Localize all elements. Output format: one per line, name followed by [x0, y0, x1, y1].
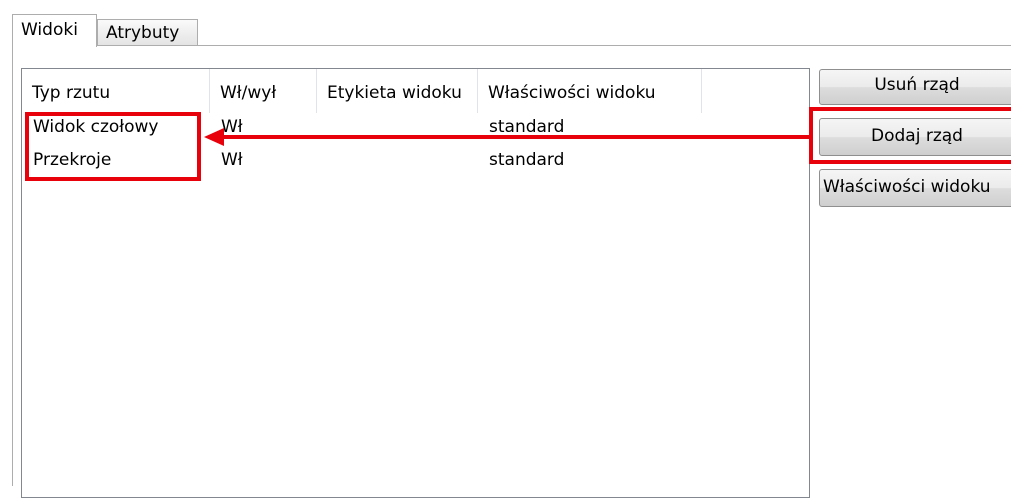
column-header-view-properties[interactable]: Właściwości widoku	[478, 69, 702, 113]
cell-type: Widok czołowy	[33, 117, 159, 137]
list-header: Typ rzutu Wł/wył Etykieta widoku Właściw…	[22, 69, 809, 113]
button-label: Dodaj rząd	[871, 126, 963, 146]
cell-view-label	[317, 116, 328, 149]
column-header-label: Właściwości widoku	[488, 83, 656, 103]
tab-atrybuty[interactable]: Atrybuty	[97, 19, 198, 46]
column-header-filler	[702, 69, 809, 113]
cell-onoff: Wł	[221, 150, 243, 170]
button-label: Usuń rząd	[874, 75, 960, 95]
tab-bar: Widoki Atrybuty	[0, 0, 1011, 47]
cell-view-properties: standard	[489, 117, 565, 137]
table-row[interactable]: Widok czołowy Wł standard	[22, 116, 809, 149]
tab-label: Widoki	[21, 20, 78, 40]
column-header-onoff[interactable]: Wł/wył	[210, 69, 317, 113]
table-row[interactable]: Przekroje Wł standard	[22, 149, 809, 182]
tab-label: Atrybuty	[106, 23, 180, 43]
tab-widoki[interactable]: Widoki	[12, 14, 97, 47]
column-header-label: Wł/wył	[220, 83, 277, 103]
views-list[interactable]: Typ rzutu Wł/wył Etykieta widoku Właściw…	[21, 68, 810, 498]
column-header-type[interactable]: Typ rzutu	[22, 69, 210, 113]
column-header-label: Typ rzutu	[32, 83, 111, 103]
view-properties-button[interactable]: Właściwości widoku	[819, 169, 1011, 207]
column-header-view-label[interactable]: Etykieta widoku	[317, 69, 478, 113]
cell-view-properties: standard	[489, 150, 565, 170]
remove-row-button[interactable]: Usuń rząd	[819, 69, 1011, 105]
button-label: Właściwości widoku	[823, 177, 991, 197]
cell-type: Przekroje	[33, 150, 112, 170]
column-header-label: Etykieta widoku	[327, 83, 462, 103]
add-row-button[interactable]: Dodaj rząd	[819, 118, 1011, 156]
cell-view-label	[317, 149, 328, 182]
cell-onoff: Wł	[221, 117, 243, 137]
